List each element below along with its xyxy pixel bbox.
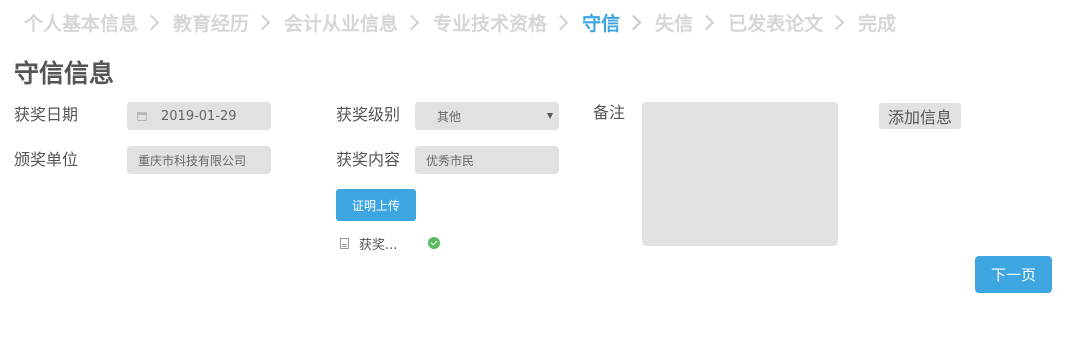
chevron-right-icon xyxy=(403,14,420,30)
chevron-right-icon xyxy=(143,14,160,30)
issuer-value: 重庆市科技有限公司 xyxy=(138,153,247,168)
caret-down-icon xyxy=(547,113,553,119)
issuer-field[interactable]: 重庆市科技有限公司 xyxy=(127,146,271,174)
award-level-label: 获奖级别 xyxy=(336,105,401,124)
award-level-select[interactable]: 其他 xyxy=(415,102,559,130)
award-content-label: 获奖内容 xyxy=(336,150,401,169)
step-dishonesty[interactable]: 失信 xyxy=(655,9,728,36)
document-icon xyxy=(340,237,349,249)
step-label: 失信 xyxy=(655,12,694,35)
check-circle-icon xyxy=(428,237,440,249)
step-personal-info[interactable]: 个人基本信息 xyxy=(24,9,173,36)
page-title: 守信信息 xyxy=(14,59,115,88)
upload-proof-button[interactable]: 证明上传 xyxy=(336,189,416,221)
chevron-right-icon xyxy=(698,14,715,30)
award-level-value: 其他 xyxy=(437,109,462,124)
uploaded-file-item[interactable]: 获奖... xyxy=(340,233,440,253)
award-content-value: 优秀市民 xyxy=(426,153,475,168)
step-education[interactable]: 教育经历 xyxy=(173,9,284,36)
step-label: 守信 xyxy=(582,12,621,35)
chevron-right-icon xyxy=(254,14,271,30)
step-label: 教育经历 xyxy=(173,12,250,35)
award-content-field[interactable]: 优秀市民 xyxy=(415,146,559,174)
chevron-right-icon xyxy=(625,14,642,30)
step-label: 专业技术资格 xyxy=(433,12,548,35)
step-label: 会计从业信息 xyxy=(284,12,399,35)
chevron-right-icon xyxy=(552,14,569,30)
step-professional-qualification[interactable]: 专业技术资格 xyxy=(433,9,582,36)
award-date-field[interactable]: 2019-01-29 xyxy=(127,102,271,130)
step-label: 已发表论文 xyxy=(728,12,824,35)
step-trustworthy[interactable]: 守信 xyxy=(582,9,655,36)
award-date-value: 2019-01-29 xyxy=(161,108,237,124)
step-published-papers[interactable]: 已发表论文 xyxy=(728,9,858,36)
remark-label: 备注 xyxy=(593,103,626,122)
award-date-label: 获奖日期 xyxy=(14,105,79,124)
calendar-icon xyxy=(137,111,147,121)
remark-textarea[interactable] xyxy=(642,102,838,246)
step-complete[interactable]: 完成 xyxy=(858,9,896,36)
step-accounting-practice[interactable]: 会计从业信息 xyxy=(284,9,433,36)
next-page-button[interactable]: 下一页 xyxy=(975,256,1052,293)
add-info-button[interactable]: 添加信息 xyxy=(879,103,961,129)
issuer-label: 颁奖单位 xyxy=(14,150,79,169)
step-label: 完成 xyxy=(858,12,897,35)
chevron-right-icon xyxy=(828,14,845,30)
step-label: 个人基本信息 xyxy=(24,12,139,35)
progress-steps: 个人基本信息 教育经历 会计从业信息 专业技术资格 守信 失信 已发表论文 完成 xyxy=(24,8,896,36)
file-name: 获奖... xyxy=(359,237,398,253)
